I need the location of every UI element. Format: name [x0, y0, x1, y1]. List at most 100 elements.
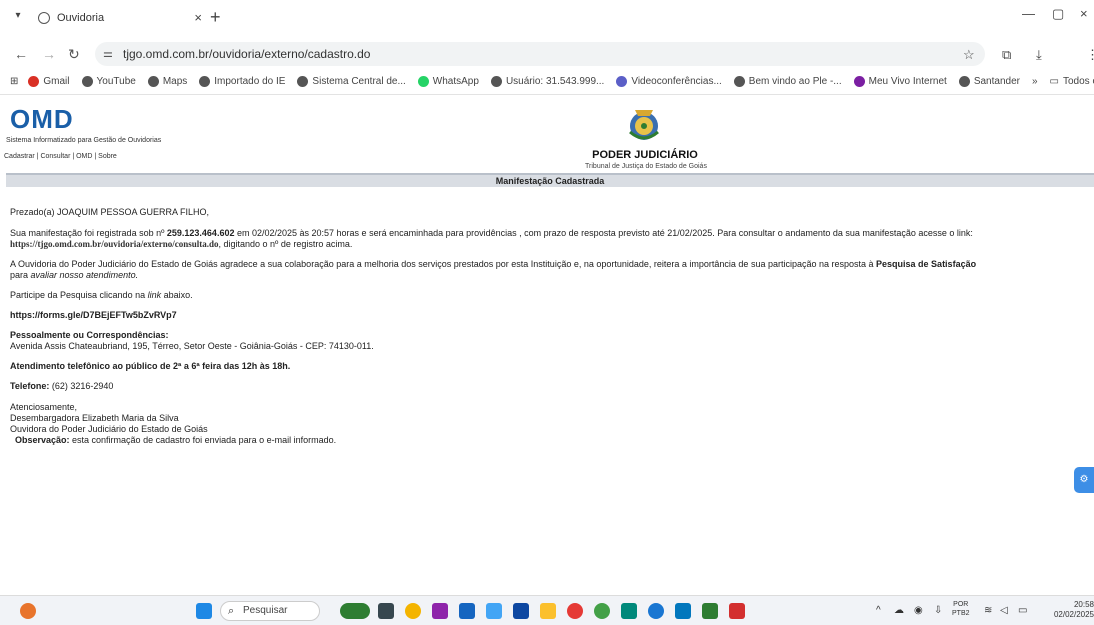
volume-icon[interactable]: ◁ — [1000, 605, 1008, 616]
chrome-icon[interactable] — [594, 603, 610, 619]
bookmark-label: Importado do IE — [214, 76, 286, 87]
cloud-icon[interactable]: ☁ — [894, 605, 904, 616]
app-icon-4[interactable] — [648, 603, 664, 619]
bookmark-item[interactable]: Bem vindo ao Ple -... — [733, 76, 842, 87]
thanks-line2-prefix: para — [10, 270, 31, 280]
taskbar-search-placeholder: Pesquisar — [243, 605, 288, 616]
bookmark-label: WhatsApp — [432, 76, 479, 87]
start-menu-icon[interactable] — [196, 603, 212, 619]
participate-prefix: Participe da Pesquisa clicando na — [10, 290, 148, 300]
tab-title: Ouvidoria — [57, 11, 105, 24]
side-panel-button[interactable]: ⚙ — [1074, 467, 1094, 493]
task-view-icon[interactable] — [378, 603, 394, 619]
bookmark-item[interactable]: Usuário: 31.543.999... — [490, 76, 604, 87]
firefox-icon[interactable] — [567, 603, 583, 619]
survey-link[interactable]: https://forms.gle/D7BEjEFTw5bZvRVp7 — [10, 310, 1094, 321]
close-window-button[interactable]: × — [1080, 6, 1088, 21]
bookmark-item[interactable]: Videoconferências... — [616, 76, 722, 87]
excel-icon[interactable] — [702, 603, 718, 619]
bookmark-label: Santander — [973, 76, 1020, 87]
address-bar[interactable]: ⚌ tjgo.omd.com.br/ouvidoria/externo/cada… — [95, 42, 985, 66]
registration-paragraph: Sua manifestação foi registrada sob nº 2… — [10, 228, 1094, 239]
omd-logo[interactable]: OMD — [10, 104, 74, 135]
usb-icon[interactable]: ⇩ — [934, 605, 942, 616]
all-favorites-folder[interactable]: ▭ Todos os favoritos — [1050, 76, 1094, 87]
edge-icon[interactable] — [621, 603, 637, 619]
app-icon-5[interactable] — [675, 603, 691, 619]
bookmarks-bar: ⊞ Gmail YouTube Maps Importado do IE Sistema… — [0, 69, 1094, 95]
new-tab-button[interactable]: + — [210, 7, 221, 28]
bookmark-label: Meu Vivo Internet — [868, 76, 947, 87]
minimize-button[interactable]: — — [1022, 6, 1035, 21]
court-emblem-icon — [629, 110, 659, 140]
bookmark-item[interactable]: WhatsApp — [417, 76, 479, 87]
evaluate-text: avaliar nosso atendimento. — [30, 270, 139, 280]
outlook-icon[interactable] — [459, 603, 475, 619]
bookmark-item[interactable]: Gmail — [28, 76, 70, 87]
widgets-icon[interactable] — [340, 603, 370, 619]
bookmark-item[interactable]: Maps — [147, 76, 188, 87]
downloads-icon[interactable]: ⤓ — [1036, 47, 1042, 63]
bookmark-star-icon[interactable]: ☆ — [963, 47, 975, 63]
signer-role: Ouvidora do Poder Judiciário do Estado d… — [10, 424, 208, 434]
search-icon: ⌕ — [228, 605, 235, 617]
reload-button[interactable]: ↻ — [68, 46, 80, 63]
close-tab-icon[interactable]: × — [194, 10, 202, 25]
bookmark-item[interactable]: Sistema Central de... — [297, 76, 406, 87]
app-icon-3[interactable] — [513, 603, 529, 619]
system-clock[interactable]: 20:58 02/02/2025 — [1050, 600, 1094, 620]
apps-icon[interactable]: ⊞ — [10, 76, 18, 87]
page-content: OMD Sistema Informatizado para Gestão de… — [0, 95, 1094, 595]
file-explorer-icon[interactable] — [540, 603, 556, 619]
forward-button[interactable]: → — [42, 46, 56, 62]
taskbar-search[interactable]: ⌕ Pesquisar — [220, 601, 320, 621]
app-icon-1[interactable] — [405, 603, 421, 619]
thanks-line-2: para avaliar nosso atendimento. — [10, 270, 1094, 281]
phone-service-text: Atendimento telefônico ao público de 2ª … — [10, 361, 291, 371]
bookmark-label: Videoconferências... — [631, 76, 722, 87]
app-icon-2[interactable] — [486, 603, 502, 619]
bookmark-label: Maps — [162, 76, 188, 87]
language-indicator[interactable]: POR PTB2 — [952, 600, 970, 618]
bookmark-favicon-icon — [199, 76, 211, 87]
battery-icon[interactable]: ▭ — [1018, 605, 1027, 616]
folder-icon: ▭ — [1049, 76, 1059, 87]
back-button[interactable]: ← — [14, 46, 28, 62]
tab-ouvidoria[interactable]: Ouvidoria × — [30, 5, 210, 30]
bookmark-favicon-icon — [616, 76, 628, 87]
tray-app-icon[interactable]: ◉ — [914, 605, 923, 616]
teams-icon[interactable] — [432, 603, 448, 619]
browser-title-bar: ▾ Ouvidoria × + — ▢ × — [0, 0, 1094, 39]
bookmark-item[interactable]: YouTube — [81, 76, 136, 87]
menu-icon[interactable]: ⋮ — [1086, 47, 1094, 63]
weather-icon[interactable] — [20, 603, 36, 619]
reg-prefix: Sua manifestação foi registrada sob nº — [10, 228, 167, 238]
bookmark-item[interactable]: Meu Vivo Internet — [853, 76, 947, 87]
bookmark-item[interactable]: Santander — [958, 76, 1020, 87]
tray-overflow-icon[interactable]: ^ — [876, 605, 881, 616]
tab-search-button[interactable]: ▾ — [10, 8, 26, 24]
maximize-button[interactable]: ▢ — [1052, 6, 1064, 22]
bookmark-item[interactable]: Importado do IE — [199, 76, 285, 87]
more-bookmarks-button[interactable]: » — [1032, 76, 1038, 87]
omd-subtitle: Sistema Informatizado para Gestão de Ouv… — [6, 137, 162, 144]
confirmation-message: Prezado(a) JOAQUIM PESSOA GUERRA FILHO, … — [10, 207, 1094, 446]
pdf-icon[interactable] — [729, 603, 745, 619]
observation-label: Observação: — [15, 435, 70, 445]
survey-link-text[interactable]: https://forms.gle/D7BEjEFTw5bZvRVp7 — [10, 310, 177, 320]
phone-label: Telefone: — [10, 381, 50, 391]
globe-icon — [38, 11, 50, 24]
consult-suffix: , digitando o nº de registro acima. — [218, 239, 353, 249]
observation: Observação: esta confirmação de cadastro… — [10, 435, 1094, 446]
phone-number: (62) 3216-2940 — [49, 381, 114, 391]
participate-paragraph: Participe da Pesquisa clicando na link a… — [10, 290, 1094, 301]
extensions-icon[interactable]: ⧉ — [1002, 47, 1011, 63]
site-info-icon[interactable]: ⚌ — [103, 47, 113, 60]
url-text: tjgo.omd.com.br/ouvidoria/externo/cadast… — [123, 47, 371, 61]
consult-link[interactable]: https://tjgo.omd.com.br/ouvidoria/extern… — [10, 239, 219, 249]
bookmark-label: Gmail — [43, 76, 70, 87]
wifi-icon[interactable]: ≋ — [984, 605, 992, 616]
omd-nav-menu[interactable]: Cadastrar | Consultar | OMD | Sobre — [4, 153, 117, 160]
thanks-text: A Ouvidoria do Poder Judiciário do Estad… — [10, 259, 877, 269]
browser-toolbar: ← → ↻ ⚌ tjgo.omd.com.br/ouvidoria/extern… — [0, 39, 1094, 99]
